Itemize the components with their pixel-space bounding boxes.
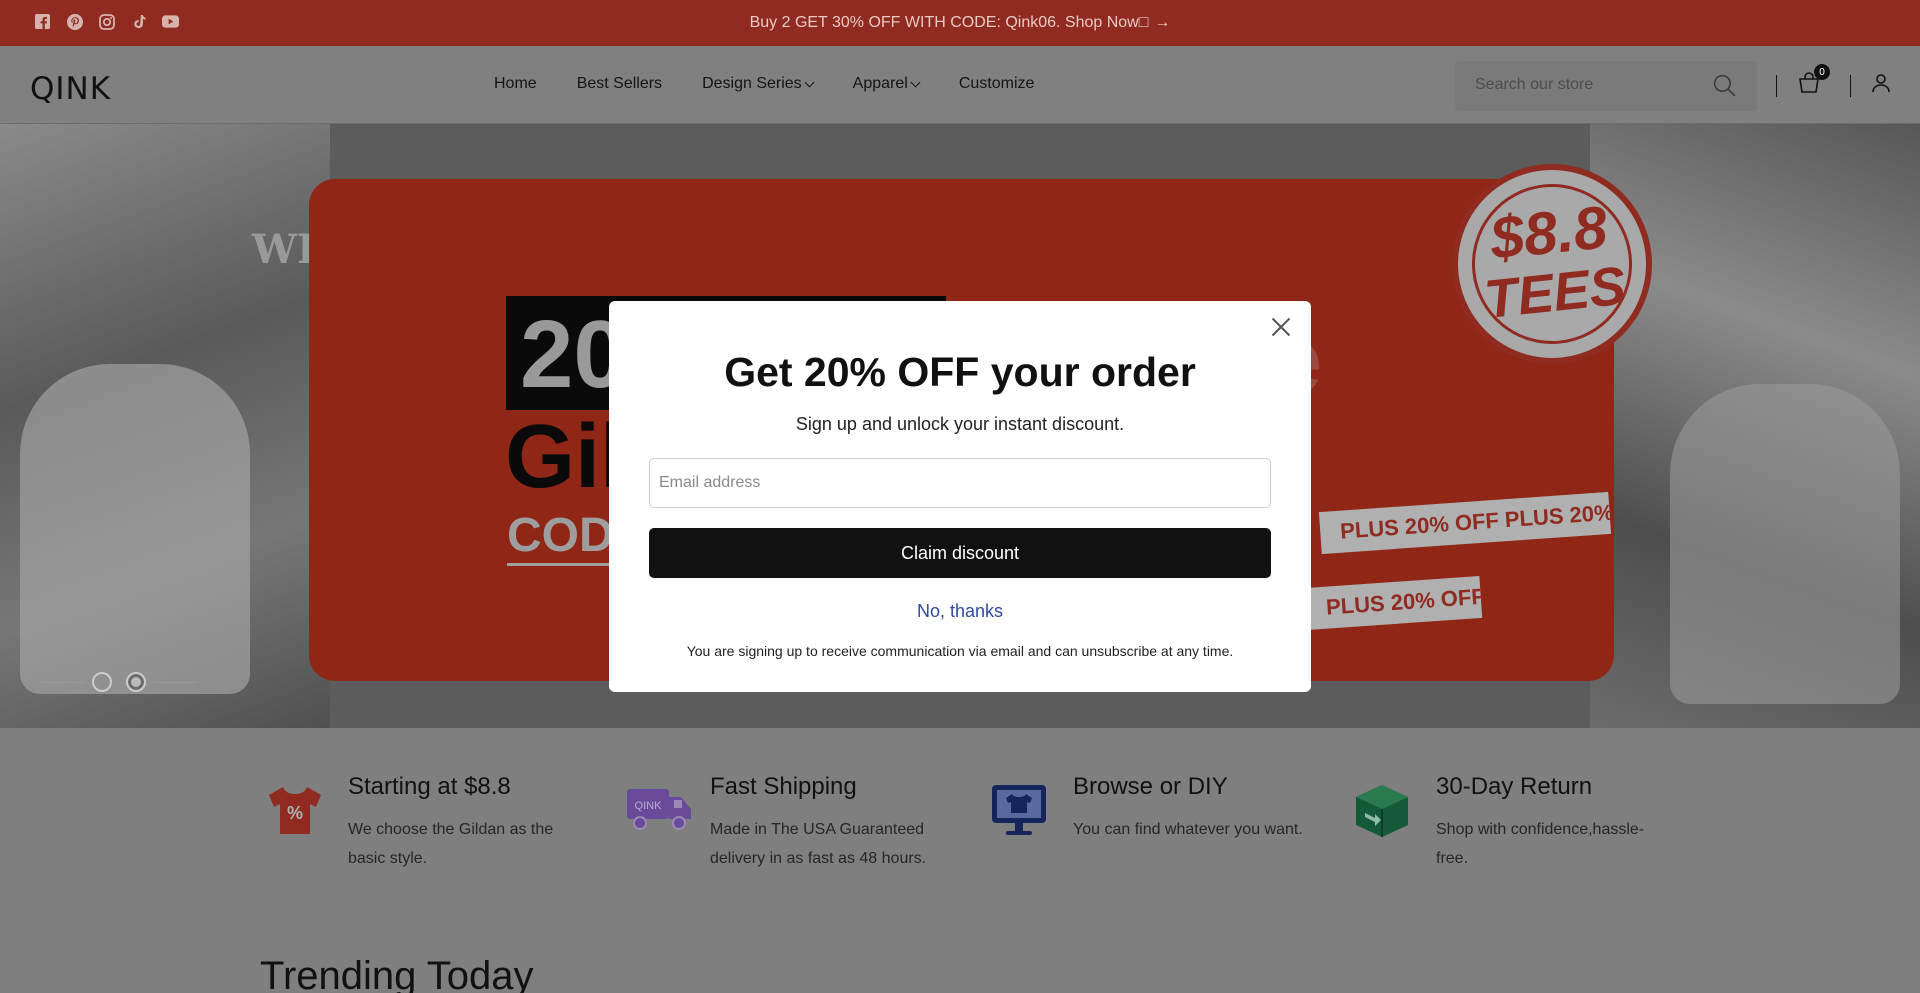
nav-customize-label: Customize bbox=[958, 75, 1035, 92]
close-icon[interactable] bbox=[1268, 314, 1294, 340]
site-logo[interactable]: QINK bbox=[30, 71, 111, 107]
shop-now-glyph: □ bbox=[1138, 14, 1149, 31]
header-divider bbox=[1850, 75, 1851, 97]
nav-customize[interactable]: Customize bbox=[959, 75, 1035, 93]
feature-description: Made in The USA Guaranteed delivery in a… bbox=[710, 821, 927, 867]
svg-text:QINK: QINK bbox=[635, 800, 663, 812]
chevron-down-icon bbox=[910, 77, 921, 87]
nav-design-series-label: Design Series bbox=[702, 75, 802, 92]
discount-shirt-icon: % bbox=[265, 783, 329, 839]
account-icon[interactable] bbox=[1871, 73, 1891, 98]
feature-title: Starting at $8.8 bbox=[348, 773, 511, 800]
popup-disclaimer: You are signing up to receive communicat… bbox=[686, 643, 1234, 659]
return-box-icon bbox=[1353, 783, 1417, 839]
hero-code-text: COD bbox=[507, 508, 614, 566]
main-nav: Home Best Sellers Design Series Apparel … bbox=[494, 75, 1074, 93]
nav-best-sellers-label: Best Sellers bbox=[576, 75, 663, 92]
feature-description: We choose the Gildan as the basic style. bbox=[348, 821, 554, 867]
cart-count-badge: 0 bbox=[1814, 64, 1830, 80]
popup-title: Get 20% OFF your order bbox=[724, 349, 1196, 395]
nav-home-label: Home bbox=[494, 75, 537, 92]
pagination-line bbox=[40, 681, 85, 683]
feature-title: Fast Shipping bbox=[710, 773, 857, 800]
pagination-line bbox=[153, 681, 198, 683]
claim-discount-button[interactable]: Claim discount bbox=[649, 528, 1271, 578]
arrow-right-icon: → bbox=[1154, 14, 1171, 31]
nav-apparel[interactable]: Apparel bbox=[852, 75, 921, 93]
section-heading: Trending Today bbox=[260, 954, 534, 993]
delivery-truck-icon: QINK bbox=[627, 783, 691, 839]
nav-home[interactable]: Home bbox=[494, 75, 537, 93]
slide-dot-1[interactable] bbox=[92, 672, 112, 692]
popup-subtitle: Sign up and unlock your instant discount… bbox=[795, 414, 1125, 434]
nav-apparel-label: Apparel bbox=[852, 75, 908, 92]
discount-popup: Get 20% OFF your order Sign up and unloc… bbox=[609, 301, 1311, 692]
feature-description: Shop with confidence,hassle-free. bbox=[1436, 821, 1645, 867]
email-field[interactable] bbox=[649, 458, 1271, 508]
announcement-bar: Buy 2 GET 30% OFF WITH CODE: Qink06. Sho… bbox=[0, 0, 1920, 46]
chevron-down-icon bbox=[804, 77, 815, 87]
search-input[interactable]: Search our store bbox=[1475, 76, 1593, 94]
hero-shirt-image bbox=[1670, 384, 1900, 704]
feature-title: Browse or DIY bbox=[1073, 773, 1228, 800]
nav-design-series[interactable]: Design Series bbox=[702, 75, 815, 93]
slider-pagination bbox=[40, 672, 198, 692]
no-thanks-link[interactable]: No, thanks bbox=[609, 601, 1311, 622]
search-icon[interactable] bbox=[1712, 73, 1737, 103]
hero-brand-text: Gil bbox=[505, 407, 626, 507]
slide-dot-2[interactable] bbox=[126, 672, 146, 692]
monitor-shirt-icon bbox=[990, 783, 1054, 839]
features-section: % Starting at $8.8 We choose the Gildan … bbox=[0, 728, 1920, 993]
header-divider bbox=[1776, 75, 1777, 97]
promo-link[interactable]: Buy 2 GET 30% OFF WITH CODE: Qink06. Sho… bbox=[0, 14, 1920, 32]
nav-best-sellers[interactable]: Best Sellers bbox=[577, 75, 662, 93]
promo-text: Buy 2 GET 30% OFF WITH CODE: Qink06. Sho… bbox=[749, 14, 1139, 31]
svg-text:%: % bbox=[287, 803, 303, 823]
search-box[interactable]: Search our store bbox=[1455, 61, 1757, 111]
feature-title: 30-Day Return bbox=[1436, 773, 1593, 800]
site-header: QINK Home Best Sellers Design Series App… bbox=[0, 46, 1920, 124]
hero-shirt-image bbox=[20, 364, 250, 694]
feature-description: You can find whatever you want. bbox=[1073, 821, 1303, 838]
